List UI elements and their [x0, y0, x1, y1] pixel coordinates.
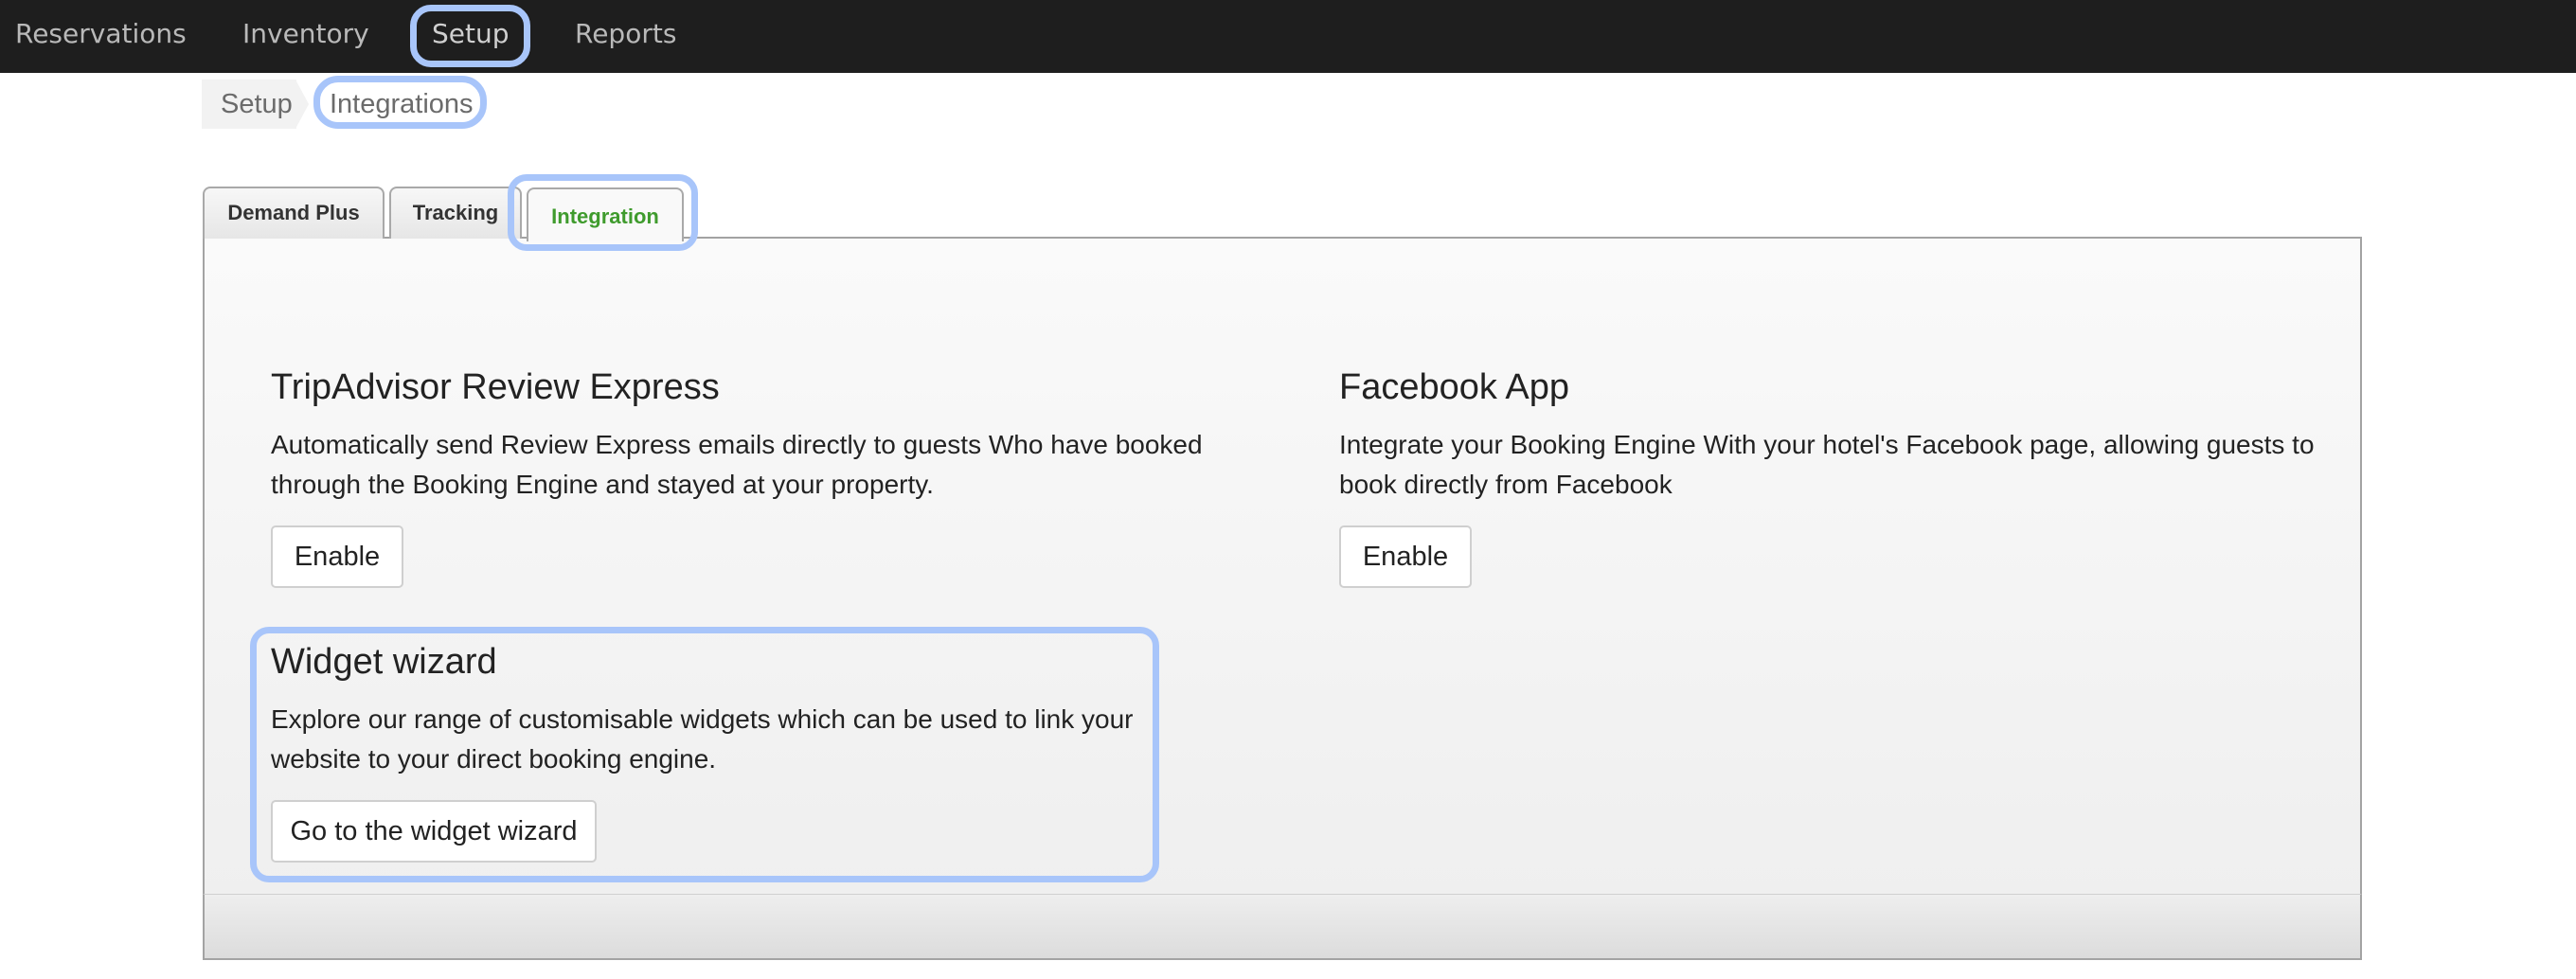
breadcrumb-setup[interactable]: Setup — [202, 80, 296, 129]
tab-demand-plus[interactable]: Demand Plus — [203, 187, 385, 239]
widget-wizard-title: Widget wizard — [271, 642, 497, 682]
tab-tracking[interactable]: Tracking — [389, 187, 522, 239]
facebook-enable-button[interactable]: Enable — [1339, 525, 1472, 588]
tripadvisor-enable-button[interactable]: Enable — [271, 525, 403, 588]
tab-integration[interactable]: Integration — [527, 187, 684, 241]
widget-wizard-description: Explore our range of customisable widget… — [271, 704, 1134, 774]
tripadvisor-title: TripAdvisor Review Express — [271, 367, 720, 407]
widget-wizard-button[interactable]: Go to the widget wizard — [271, 800, 597, 863]
nav-item-reports[interactable]: Reports — [575, 0, 676, 67]
facebook-description: Integrate your Booking Engine With your … — [1339, 430, 2315, 499]
nav-item-inventory[interactable]: Inventory — [242, 0, 369, 67]
top-nav-bar: Reservations Inventory Setup Reports — [0, 0, 2576, 73]
tripadvisor-description: Automatically send Review Express emails… — [271, 430, 1203, 499]
nav-item-reservations[interactable]: Reservations — [15, 0, 187, 67]
breadcrumb-separator — [295, 80, 309, 129]
nav-item-setup[interactable]: Setup — [432, 0, 510, 67]
facebook-title: Facebook App — [1339, 367, 1569, 407]
panel-footer — [203, 894, 2362, 960]
breadcrumb-integrations[interactable]: Integrations — [330, 80, 474, 129]
